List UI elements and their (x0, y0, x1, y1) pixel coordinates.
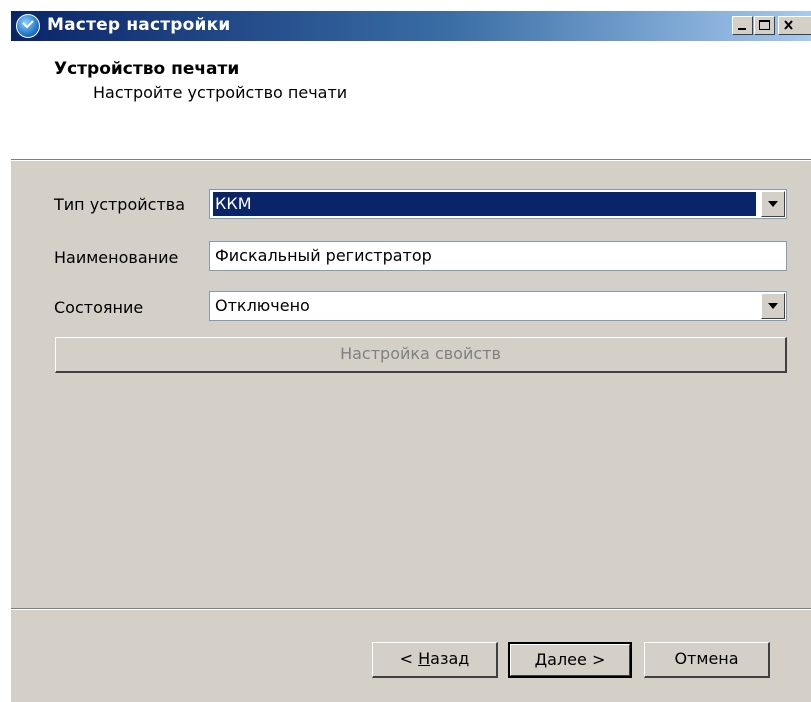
minimize-button[interactable] (732, 16, 753, 35)
title-bar[interactable]: Мастер настройки (11, 11, 811, 41)
state-select[interactable]: Отключено (209, 291, 787, 321)
wizard-globe-icon (16, 14, 40, 38)
maximize-button[interactable] (754, 16, 775, 35)
state-label: Состояние (54, 298, 144, 317)
state-value: Отключено (215, 296, 310, 315)
setup-wizard-window: Мастер настройки Устройство печати Настр… (10, 10, 811, 702)
name-label: Наименование (54, 248, 179, 267)
close-button[interactable] (778, 16, 811, 35)
next-button[interactable]: Далее > (508, 642, 632, 678)
header-divider (11, 160, 811, 161)
minimize-icon (738, 28, 746, 30)
name-input[interactable]: Фискальный регистратор (209, 241, 787, 271)
maximize-icon (759, 20, 770, 30)
chevron-down-icon[interactable] (761, 191, 785, 217)
device-type-label: Тип устройства (54, 195, 185, 214)
page-title: Устройство печати (54, 59, 240, 79)
name-value: Фискальный регистратор (215, 246, 432, 265)
back-button[interactable]: < Назад (372, 642, 498, 678)
device-type-select[interactable]: ККМ (209, 189, 787, 219)
cancel-button[interactable]: Отмена (644, 642, 770, 678)
page-subtitle: Настройте устройство печати (93, 83, 348, 102)
window-title: Мастер настройки (47, 15, 231, 35)
properties-settings-button[interactable]: Настройка свойств (55, 337, 787, 373)
device-type-value: ККМ (213, 192, 756, 216)
close-icon (784, 20, 793, 30)
chevron-down-icon[interactable] (761, 293, 785, 319)
